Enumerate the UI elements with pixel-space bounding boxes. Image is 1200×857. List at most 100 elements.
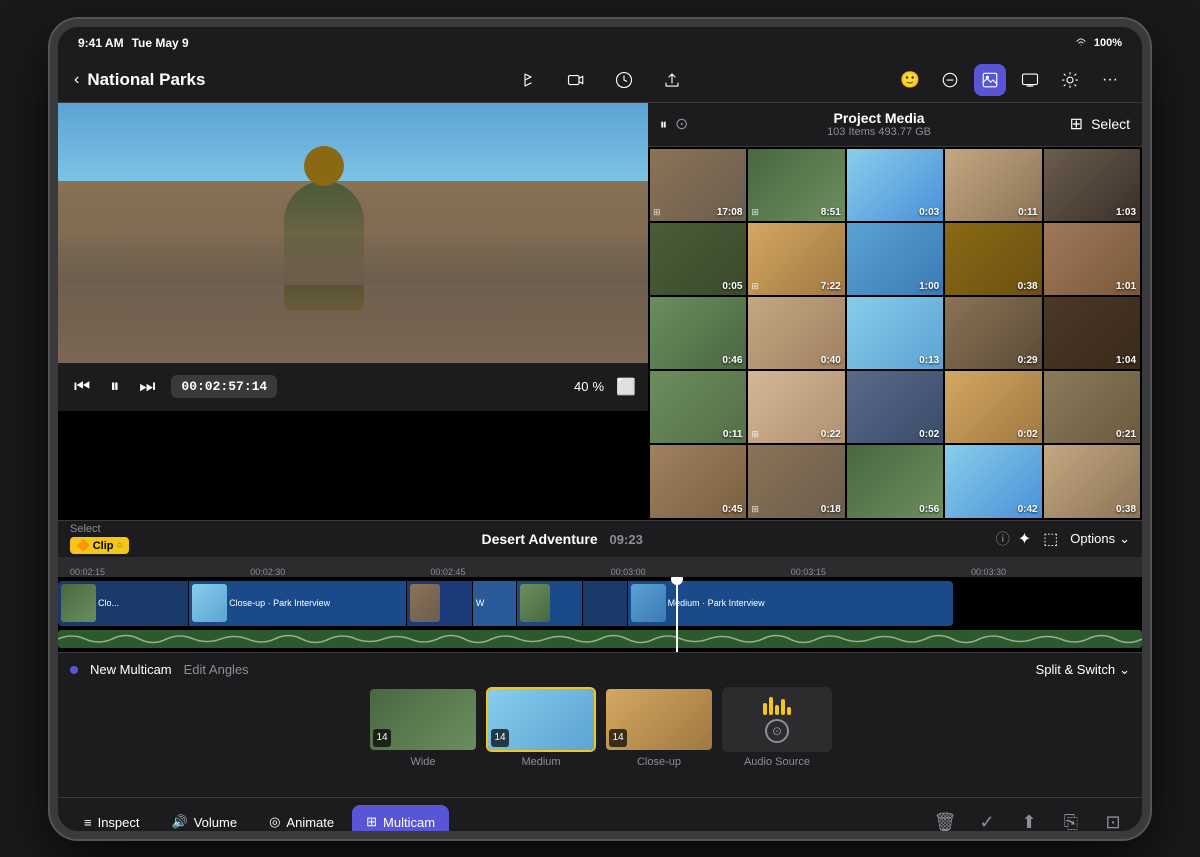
more-button[interactable]: ··· bbox=[1094, 64, 1126, 96]
list-item[interactable]: 0:42 bbox=[945, 445, 1041, 517]
multicam-icon: ⊞ bbox=[366, 814, 377, 830]
angle-number: 14 bbox=[609, 729, 627, 747]
photo-library-button[interactable] bbox=[974, 64, 1006, 96]
copy-button[interactable]: ⎘ bbox=[1054, 805, 1088, 839]
angle-thumb-closeup[interactable]: 14 bbox=[604, 687, 714, 752]
angle-thumb-wide[interactable]: 14 bbox=[368, 687, 478, 752]
select-button[interactable]: Select bbox=[1091, 116, 1130, 132]
track-segment[interactable]: Close-up · Park Interview bbox=[189, 581, 406, 626]
thumb-duration: 0:18 bbox=[821, 504, 841, 515]
pause-icon: ⏸ bbox=[660, 116, 667, 133]
display-button[interactable] bbox=[1014, 64, 1046, 96]
list-item[interactable]: 0:05 bbox=[650, 223, 746, 295]
list-item[interactable]: 0:02 bbox=[945, 371, 1041, 443]
checkmark-button[interactable]: ✓ bbox=[970, 805, 1004, 839]
play-pause-button[interactable]: ⏸ bbox=[106, 372, 123, 401]
minus-button[interactable] bbox=[934, 64, 966, 96]
fast-forward-button[interactable]: ⏭ bbox=[135, 372, 159, 401]
magic-cut-button[interactable]: ✦ bbox=[1018, 529, 1031, 549]
animate-button[interactable]: ◎ Animate bbox=[255, 805, 348, 839]
back-button[interactable]: ‹ bbox=[74, 71, 79, 89]
list-item[interactable]: 0:38 bbox=[1044, 445, 1140, 517]
thumb-duration: 0:02 bbox=[1018, 429, 1038, 440]
list-item[interactable]: 0:18 ⊞ bbox=[748, 445, 844, 517]
edit-angles-button[interactable]: Edit Angles bbox=[184, 662, 249, 677]
list-item[interactable]: 0:13 bbox=[847, 297, 943, 369]
rewind-button[interactable]: ⏮ bbox=[70, 372, 94, 401]
list-item[interactable]: 0:45 bbox=[650, 445, 746, 517]
angle-clips: 14 Wide 14 Medium 14 bbox=[58, 687, 1142, 768]
list-item[interactable]: 0:56 bbox=[847, 445, 943, 517]
angle-thumb-medium[interactable]: 14 bbox=[486, 687, 596, 752]
track-segment[interactable] bbox=[583, 581, 626, 626]
thumb-duration: 0:11 bbox=[1018, 207, 1037, 218]
angle-number: 14 bbox=[373, 729, 391, 747]
more-action-button[interactable]: ⊡ bbox=[1096, 805, 1130, 839]
info-button[interactable]: ⓘ bbox=[996, 529, 1010, 549]
volume-button[interactable]: 🔊 Volume bbox=[158, 805, 252, 839]
list-item[interactable]: 0:38 bbox=[945, 223, 1041, 295]
video-canvas bbox=[58, 103, 648, 363]
list-item[interactable]: 17:08 ⊞ bbox=[650, 149, 746, 221]
list-item[interactable]: 1:01 bbox=[1044, 223, 1140, 295]
audio-track bbox=[58, 630, 1142, 648]
brightness-button[interactable] bbox=[1054, 64, 1086, 96]
track-segment[interactable] bbox=[407, 581, 472, 626]
list-item[interactable]: 0:11 bbox=[650, 371, 746, 443]
share-button[interactable] bbox=[512, 64, 544, 96]
wifi-icon bbox=[1074, 34, 1088, 51]
clip-thumbnail bbox=[61, 584, 96, 622]
options-button[interactable]: Options ⌄ bbox=[1070, 531, 1130, 547]
list-item[interactable]: 0:40 bbox=[748, 297, 844, 369]
thumb-duration: 0:38 bbox=[1116, 504, 1136, 515]
audio-bar bbox=[763, 703, 767, 715]
ruler-mark: 00:03:15 bbox=[791, 567, 826, 577]
media-browser-title: Project Media bbox=[696, 110, 1061, 126]
thumb-duration: 0:05 bbox=[722, 281, 742, 292]
sort-icon[interactable]: ⊙ bbox=[675, 114, 688, 134]
list-item[interactable]: 8:51 ⊞ bbox=[748, 149, 844, 221]
waveform bbox=[58, 630, 1142, 648]
list-item[interactable]: 0:02 bbox=[847, 371, 943, 443]
emoji-button[interactable]: 🙂 bbox=[894, 64, 926, 96]
track-segment[interactable] bbox=[517, 581, 582, 626]
list-item[interactable]: 0:29 bbox=[945, 297, 1041, 369]
thumb-duration: 17:08 bbox=[717, 207, 743, 218]
list-item[interactable]: 0:22 ⊞ bbox=[748, 371, 844, 443]
ruler-mark: 00:03:00 bbox=[611, 567, 646, 577]
playhead[interactable] bbox=[676, 577, 678, 652]
list-item[interactable]: 0:03 bbox=[847, 149, 943, 221]
thumb-duration: 1:01 bbox=[1116, 281, 1136, 292]
volume-icon: 🔊 bbox=[172, 814, 188, 830]
list-item[interactable]: 0:46 bbox=[650, 297, 746, 369]
magic-button[interactable] bbox=[608, 64, 640, 96]
list-item[interactable]: 1:00 bbox=[847, 223, 943, 295]
clip-name: Close-up · Park Interview bbox=[229, 598, 330, 608]
view-toggle-button[interactable]: ⬜ bbox=[616, 377, 636, 397]
thumb-duration: 8:51 bbox=[821, 207, 841, 218]
track-segment[interactable]: W bbox=[473, 581, 516, 626]
media-title-section: Project Media 103 Items 493.77 GB bbox=[696, 110, 1061, 138]
list-item[interactable]: 1:03 bbox=[1044, 149, 1140, 221]
thumb-type-icon: ⊞ bbox=[751, 281, 759, 292]
angle-clip-medium: 14 Medium bbox=[486, 687, 596, 768]
list-item[interactable]: 0:21 bbox=[1044, 371, 1140, 443]
video-preview: ⏮ ⏸ ⏭ 00:02:57:14 40 % ⬜ bbox=[58, 103, 648, 520]
list-item[interactable]: 0:11 bbox=[945, 149, 1041, 221]
clip-thumbnail bbox=[631, 584, 666, 622]
list-item[interactable]: 1:04 bbox=[1044, 297, 1140, 369]
list-item[interactable]: 7:22 ⊞ bbox=[748, 223, 844, 295]
inspect-button[interactable]: ≡ Inspect bbox=[70, 805, 154, 839]
audio-source-thumb[interactable]: ⊙ bbox=[722, 687, 832, 752]
grid-layout-button[interactable]: ⊞ bbox=[1070, 114, 1083, 134]
split-switch-button[interactable]: Split & Switch ⌄ bbox=[1036, 662, 1130, 678]
video-button[interactable] bbox=[560, 64, 592, 96]
share-action-button[interactable]: ⬆ bbox=[1012, 805, 1046, 839]
zoom-level: 40 % bbox=[574, 379, 604, 394]
track-segment[interactable]: Clo... bbox=[58, 581, 188, 626]
delete-button[interactable]: 🗑 bbox=[928, 805, 962, 839]
multicam-button[interactable]: ⊞ Multicam bbox=[352, 805, 449, 839]
export-button[interactable] bbox=[656, 64, 688, 96]
status-bar: 9:41 AM Tue May 9 100% bbox=[58, 27, 1142, 59]
pip-button[interactable]: ⬚ bbox=[1043, 529, 1058, 549]
